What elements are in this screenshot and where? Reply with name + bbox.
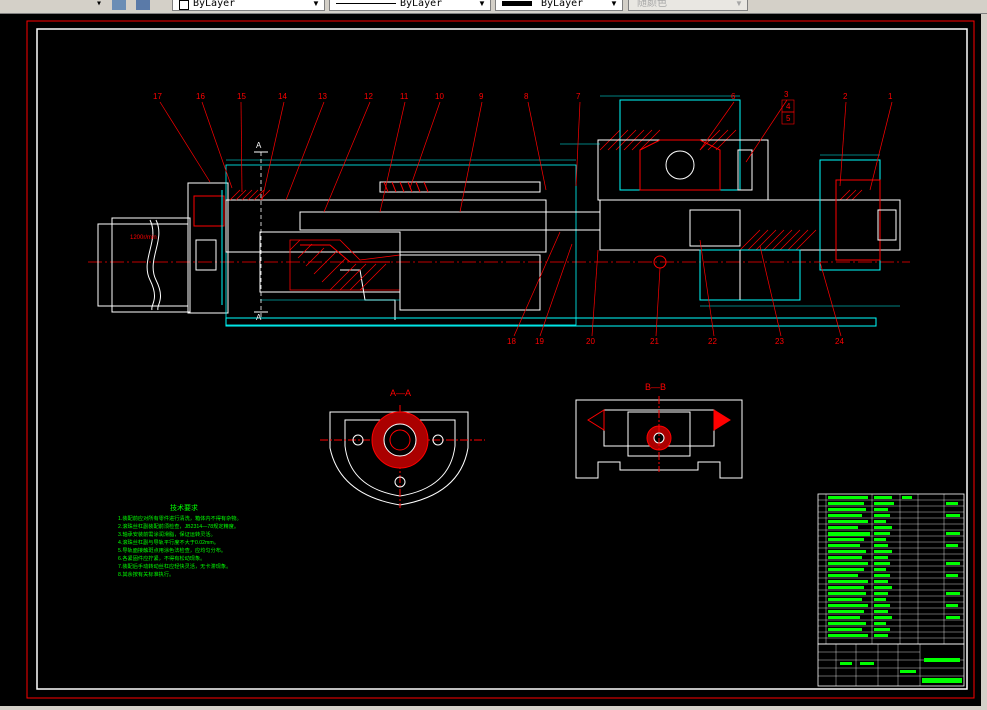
chevron-down-icon[interactable]: ▼ <box>608 0 620 9</box>
section-b-label: B—B <box>645 382 666 392</box>
note-line: 1.装配前应对所有零件进行清洗，箱体内不得有杂物。 <box>118 514 242 522</box>
chevron-down-icon[interactable]: ▼ <box>310 0 322 9</box>
plotstyle-combo[interactable]: 随颜色 ▼ <box>628 0 748 11</box>
drawing-canvas[interactable]: 1200r/min A A 17 16 15 14 13 12 11 10 9 … <box>0 14 987 706</box>
part-number-12: 12 <box>364 92 373 101</box>
note-line: 6.各紧固件应拧紧，不得有松动现象。 <box>118 554 205 562</box>
bottom-leader-lines <box>513 231 842 337</box>
note-line: 8.其余按有关标准执行。 <box>118 570 174 578</box>
part-number-7: 7 <box>576 92 581 101</box>
note-line: 5.导轨面接触斑点用涂色法检查，应均匀分布。 <box>118 546 226 554</box>
title-block <box>817 643 965 687</box>
note-line: 3.轴承安装前需涂润滑脂，保证运转灵活。 <box>118 530 216 538</box>
part-number-1: 1 <box>888 92 893 101</box>
sheet-outer-border <box>26 20 975 699</box>
motor-body <box>97 217 191 313</box>
part-number-9: 9 <box>479 92 484 101</box>
left-bracket <box>187 182 229 314</box>
layer-states-icon[interactable] <box>112 0 126 10</box>
main-body <box>225 164 877 327</box>
linetype-preview-icon <box>336 3 396 4</box>
drawing-svg: 1200r/min A A 17 16 15 14 13 12 11 10 9 … <box>26 20 975 699</box>
status-bar <box>0 706 987 710</box>
dropdown-arrow-icon[interactable]: ▾ <box>96 0 102 10</box>
note-line: 7.装配后手动转动丝杠应轻快灵活，无卡滞现象。 <box>118 562 231 570</box>
note-line: 2.滚珠丝杠副装配前须检查，JB2314—78规定精度。 <box>118 522 239 530</box>
technical-notes: 1.装配前应对所有零件进行清洗，箱体内不得有杂物。 2.滚珠丝杠副装配前须检查，… <box>118 514 242 578</box>
part-number-6: 6 <box>731 92 736 101</box>
linetype-combo-text: ByLayer <box>400 0 443 9</box>
part-number-20: 20 <box>586 337 595 346</box>
color-combo[interactable]: ByLayer ▼ <box>172 0 325 11</box>
gear-housing <box>597 99 769 201</box>
lineweight-combo-text: ByLayer <box>541 0 584 9</box>
linetype-combo[interactable]: ByLayer ▼ <box>329 0 491 11</box>
part-number-5: 5 <box>786 114 791 123</box>
part-number-15: 15 <box>237 92 246 101</box>
part-number-8: 8 <box>524 92 529 101</box>
part-number-24: 24 <box>835 337 844 346</box>
part-number-14: 14 <box>278 92 287 101</box>
part-number-23: 23 <box>775 337 784 346</box>
section-a-label: A—A <box>390 388 411 398</box>
part-number-13: 13 <box>318 92 327 101</box>
section-a-view <box>320 405 485 508</box>
lead-screw <box>299 181 601 231</box>
part-number-17: 17 <box>153 92 162 101</box>
properties-toolbar: ▾ ByLayer ▼ ByLayer ▼ ByLayer ▼ 随颜色 ▼ <box>0 0 987 14</box>
part-number-3: 3 <box>784 90 789 99</box>
part-number-16: 16 <box>196 92 205 101</box>
cut-mark-a-top: A <box>256 141 262 150</box>
section-b-view <box>575 396 743 479</box>
cut-mark-a-bottom: A <box>256 313 262 322</box>
note-line: 4.滚珠丝杠副与导轨平行度不大于0.02mm。 <box>118 538 219 546</box>
part-number-18: 18 <box>507 337 516 346</box>
part-number-2: 2 <box>843 92 848 101</box>
layer-previous-icon[interactable] <box>136 0 150 10</box>
part-number-11: 11 <box>400 92 409 101</box>
part-number-19: 19 <box>535 337 544 346</box>
section-cut-a <box>254 151 268 318</box>
chevron-down-icon[interactable]: ▼ <box>476 0 488 9</box>
notes-title: 技术要求 <box>170 503 198 512</box>
part-number-21: 21 <box>650 337 659 346</box>
part-number-4: 4 <box>786 102 791 111</box>
lineweight-combo[interactable]: ByLayer ▼ <box>495 0 623 11</box>
dimension-lines <box>226 95 900 307</box>
parts-list-entries <box>828 496 960 637</box>
color-combo-text: ByLayer <box>193 0 236 9</box>
plotstyle-combo-text: 随颜色 <box>637 0 667 9</box>
vertical-scrollbar[interactable] <box>981 14 987 706</box>
right-end-assembly <box>599 159 901 301</box>
lineweight-preview-icon <box>502 1 532 6</box>
part-number-10: 10 <box>435 92 444 101</box>
bottom-part-numbers: 18 19 20 21 22 23 24 <box>507 337 844 346</box>
color-swatch-icon <box>179 0 189 10</box>
chevron-down-icon[interactable]: ▼ <box>733 0 745 9</box>
motor-label: 1200r/min <box>130 235 157 241</box>
part-number-22: 22 <box>708 337 717 346</box>
